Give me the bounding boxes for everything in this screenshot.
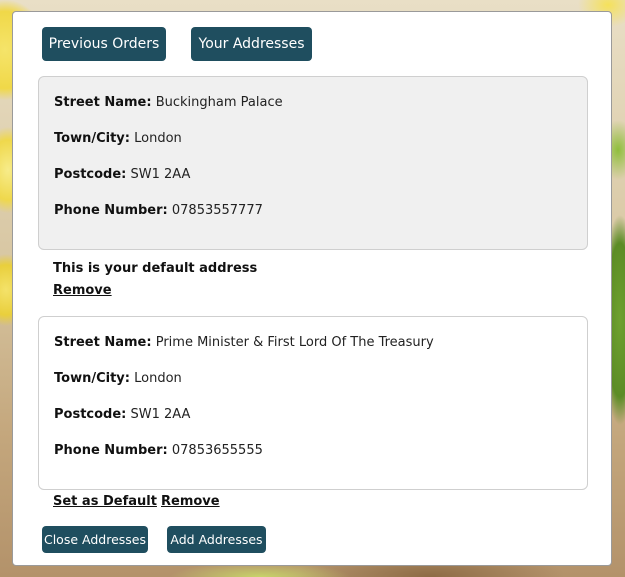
remove-default-address-link[interactable]: Remove: [53, 283, 112, 298]
town-label: Town/City:: [54, 371, 130, 386]
street-row: Street Name: Prime Minister & First Lord…: [54, 335, 434, 350]
postcode-value: SW1 2AA: [130, 407, 191, 422]
phone-label: Phone Number:: [54, 203, 168, 218]
your-addresses-button[interactable]: Your Addresses: [191, 27, 312, 61]
address-card: Street Name: Prime Minister & First Lord…: [38, 316, 588, 490]
postcode-label: Postcode:: [54, 167, 127, 182]
town-label: Town/City:: [54, 131, 130, 146]
close-addresses-button[interactable]: Close Addresses: [42, 526, 148, 553]
street-value: Prime Minister & First Lord Of The Treas…: [155, 335, 434, 350]
postcode-label: Postcode:: [54, 407, 127, 422]
street-label: Street Name:: [54, 95, 152, 110]
town-row: Town/City: London: [54, 371, 182, 386]
phone-value: 07853557777: [171, 203, 263, 218]
street-value: Buckingham Palace: [155, 95, 283, 110]
street-label: Street Name:: [54, 335, 152, 350]
postcode-row: Postcode: SW1 2AA: [54, 407, 190, 422]
town-value: London: [134, 371, 182, 386]
remove-address-link[interactable]: Remove: [161, 494, 220, 509]
addresses-panel: Previous Orders Your Addresses Street Na…: [12, 11, 612, 566]
set-as-default-link[interactable]: Set as Default: [53, 494, 157, 509]
phone-row: Phone Number: 07853557777: [54, 203, 263, 218]
town-value: London: [134, 131, 182, 146]
previous-orders-button[interactable]: Previous Orders: [42, 27, 166, 61]
postcode-row: Postcode: SW1 2AA: [54, 167, 190, 182]
phone-value: 07853655555: [171, 443, 263, 458]
add-addresses-button[interactable]: Add Addresses: [167, 526, 266, 553]
phone-row: Phone Number: 07853655555: [54, 443, 263, 458]
postcode-value: SW1 2AA: [130, 167, 191, 182]
town-row: Town/City: London: [54, 131, 182, 146]
address-card-default: Street Name: Buckingham Palace Town/City…: [38, 76, 588, 250]
phone-label: Phone Number:: [54, 443, 168, 458]
default-address-note: This is your default address: [53, 261, 258, 276]
street-row: Street Name: Buckingham Palace: [54, 95, 283, 110]
